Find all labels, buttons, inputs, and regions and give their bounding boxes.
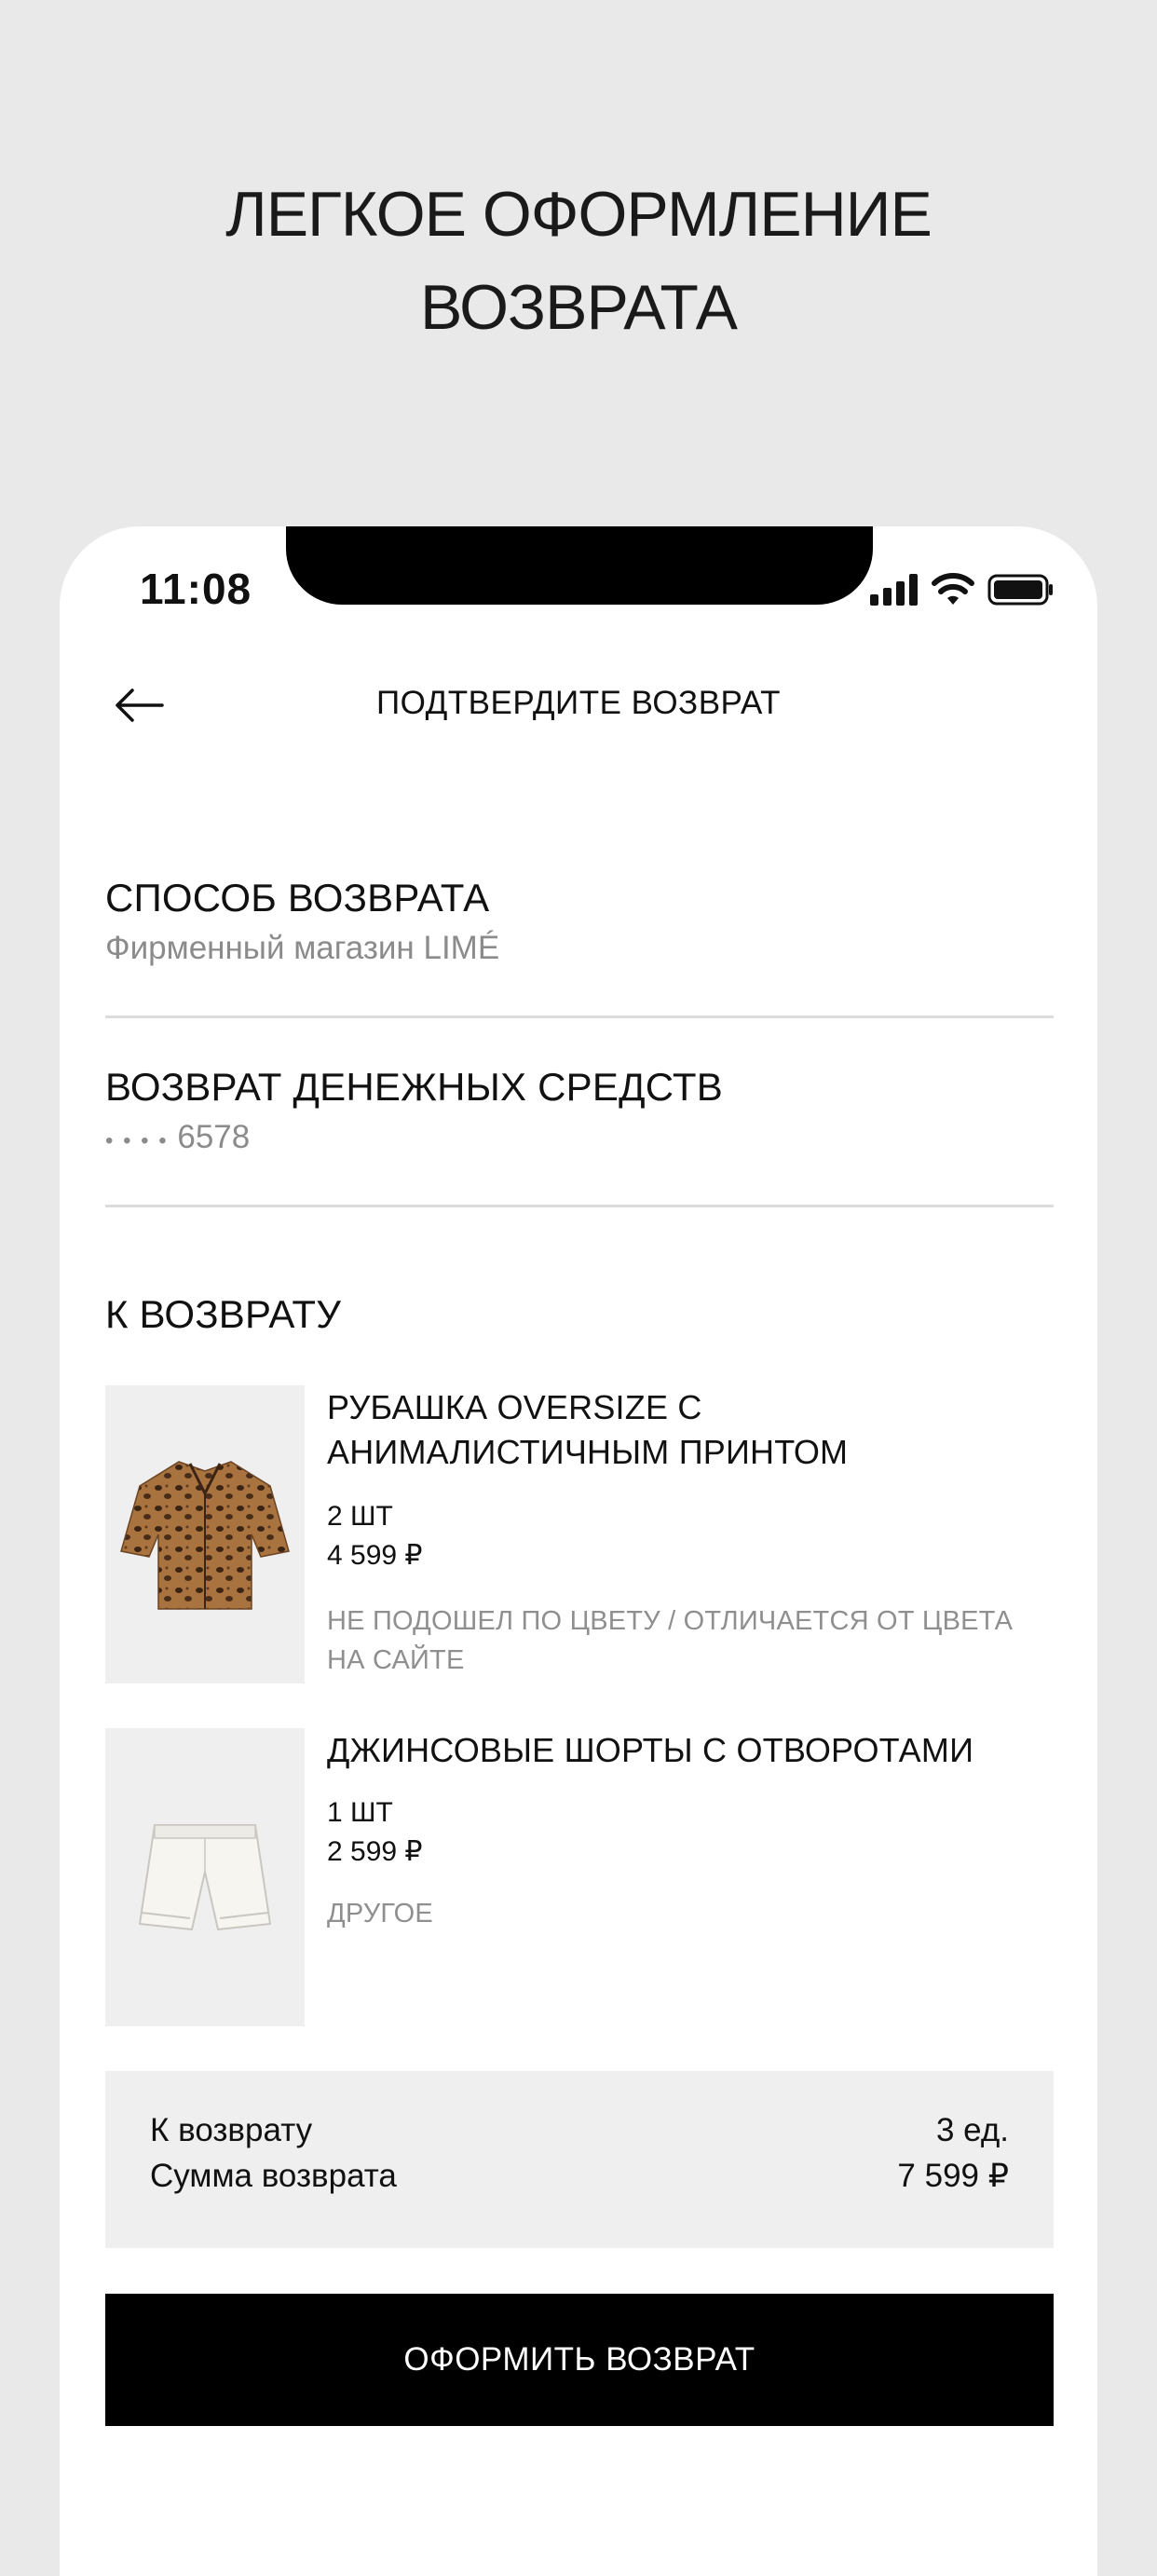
item-name: ДЖИНСОВЫЕ ШОРТЫ С ОТВОРОТАМИ <box>327 1731 974 1769</box>
summary-sum-value: 7 599 ₽ <box>897 2158 1009 2194</box>
summary-count-label: К возврату <box>150 2112 313 2148</box>
battery-icon <box>987 574 1053 606</box>
item-quantity: 1 ШТ <box>327 1797 393 1828</box>
status-icons <box>870 573 1055 607</box>
refund-card: • • • • 6578 <box>105 1119 1054 1156</box>
return-method-row[interactable]: СПОСОБ ВОЗВРАТА Фирменный магазин LIMÉ <box>105 876 1054 967</box>
item-reason: ДРУГОЕ <box>327 1899 433 1929</box>
refund-title: ВОЗВРАТ ДЕНЕЖНЫХ СРЕДСТВ <box>105 1065 723 1109</box>
promo-headline-line2: ВОЗВРАТА <box>420 272 738 343</box>
divider <box>105 1015 1054 1018</box>
wifi-icon <box>932 573 974 605</box>
white-shorts-image <box>105 1728 305 2026</box>
summary-sum-row: Сумма возврата 7 599 ₽ <box>150 2158 1009 2195</box>
divider <box>105 1205 1054 1207</box>
refund-row[interactable]: ВОЗВРАТ ДЕНЕЖНЫХ СРЕДСТВ • • • • 6578 <box>105 1065 1054 1156</box>
promo-headline-line1: ЛЕГКОЕ ОФОРМЛЕНИЕ <box>225 179 932 250</box>
item-price: 4 599 ₽ <box>327 1540 423 1571</box>
summary-count-value: 3 ед. <box>935 2112 1009 2148</box>
return-summary: К возврату 3 ед. Сумма возврата 7 599 ₽ <box>105 2071 1054 2248</box>
item-price: 2 599 ₽ <box>327 1836 423 1867</box>
leopard-shirt-image <box>105 1385 305 1683</box>
page-title: ПОДТВЕРДИТЕ ВОЗВРАТ <box>375 685 782 721</box>
signal-icon <box>870 574 918 606</box>
phone-notch <box>286 526 873 605</box>
promo-headline: ЛЕГКОЕ ОФОРМЛЕНИЕ ВОЗВРАТА <box>0 168 1157 354</box>
phone-screen: 11:08 ПОДТВЕРДИТЕ ВОЗВРАТ СПОСОБ ВОЗВРАТ… <box>60 526 1097 2576</box>
submit-return-button[interactable]: ОФОРМИТЬ ВОЗВРАТ <box>105 2294 1054 2426</box>
summary-count-row: К возврату 3 ед. <box>150 2112 1009 2149</box>
item-quantity: 2 ШТ <box>327 1501 393 1532</box>
summary-sum-label: Сумма возврата <box>150 2158 397 2194</box>
card-mask-dots: • • • • <box>105 1128 169 1153</box>
card-last4: 6578 <box>177 1119 251 1155</box>
item-name: РУБАШКА OVERSIZE С АНИМАЛИСТИЧНЫМ ПРИНТО… <box>327 1388 849 1471</box>
item-reason: НЕ ПОДОШЕЛ ПО ЦВЕТУ / ОТЛИЧАЕТСЯ ОТ ЦВЕТ… <box>327 1606 1014 1675</box>
items-section-header: К ВОЗВРАТУ <box>105 1292 1054 1337</box>
return-method-title: СПОСОБ ВОЗВРАТА <box>105 876 490 920</box>
status-time: 11:08 <box>140 565 252 613</box>
return-method-value: Фирменный магазин LIMÉ <box>105 930 500 966</box>
items-section-title: К ВОЗВРАТУ <box>105 1292 342 1336</box>
